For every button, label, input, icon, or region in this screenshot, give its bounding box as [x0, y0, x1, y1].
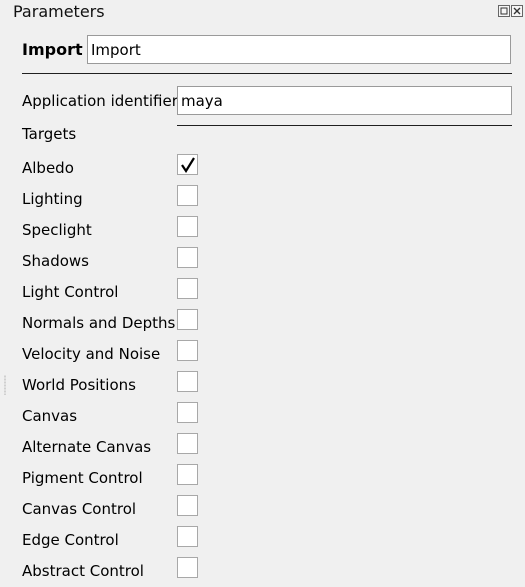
target-label: Speclight	[22, 221, 92, 239]
panel-title: Parameters	[13, 2, 105, 21]
target-checkbox[interactable]	[177, 557, 198, 578]
target-label: Shadows	[22, 252, 90, 270]
target-row: Speclight	[0, 215, 525, 246]
target-row: Pigment Control	[0, 463, 525, 494]
targets-heading: Targets	[22, 125, 77, 143]
target-checkbox[interactable]	[177, 340, 198, 361]
target-row: Canvas Control	[0, 494, 525, 525]
target-row: Lighting	[0, 184, 525, 215]
target-checkbox[interactable]	[177, 495, 198, 516]
target-label: Edge Control	[22, 531, 119, 549]
close-icon[interactable]	[511, 5, 523, 17]
target-row: Alternate Canvas	[0, 432, 525, 463]
target-row: Velocity and Noise	[0, 339, 525, 370]
target-row: Normals and Depths	[0, 308, 525, 339]
target-label: Light Control	[22, 283, 119, 301]
application-identifier-label: Application identifier	[22, 92, 178, 110]
panel-titlebar: Parameters	[0, 0, 525, 24]
target-checkbox[interactable]	[177, 247, 198, 268]
target-row: Canvas	[0, 401, 525, 432]
target-checkbox[interactable]	[177, 216, 198, 237]
application-divider	[177, 125, 512, 126]
target-row: Albedo	[0, 153, 525, 184]
target-label: Abstract Control	[22, 562, 144, 580]
target-label: Alternate Canvas	[22, 438, 152, 456]
target-label: Canvas Control	[22, 500, 137, 518]
target-checkbox[interactable]	[177, 526, 198, 547]
target-checkbox[interactable]	[177, 464, 198, 485]
target-checkbox[interactable]	[177, 371, 198, 392]
target-label: Lighting	[22, 190, 83, 208]
target-checkbox[interactable]	[177, 433, 198, 454]
import-field[interactable]	[87, 35, 511, 64]
checkmark-icon	[181, 157, 195, 173]
target-row: Edge Control	[0, 525, 525, 556]
section-divider	[22, 73, 512, 74]
target-label: Pigment Control	[22, 469, 143, 487]
target-checkbox[interactable]	[177, 309, 198, 330]
target-label: Albedo	[22, 159, 74, 177]
target-label: World Positions	[22, 376, 136, 394]
target-label: Velocity and Noise	[22, 345, 161, 363]
target-row: Abstract Control	[0, 556, 525, 587]
import-label: Import	[22, 40, 83, 59]
target-label: Canvas	[22, 407, 78, 425]
target-row: World Positions	[0, 370, 525, 401]
target-row: Shadows	[0, 246, 525, 277]
target-label: Normals and Depths	[22, 314, 176, 332]
application-identifier-field[interactable]	[177, 86, 512, 115]
float-icon[interactable]	[498, 5, 510, 17]
target-checkbox[interactable]	[177, 402, 198, 423]
target-checkbox[interactable]	[177, 154, 198, 175]
target-checkbox[interactable]	[177, 185, 198, 206]
target-checkbox[interactable]	[177, 278, 198, 299]
target-row: Light Control	[0, 277, 525, 308]
parameters-panel: Parameters Import Application identifier…	[0, 0, 525, 587]
